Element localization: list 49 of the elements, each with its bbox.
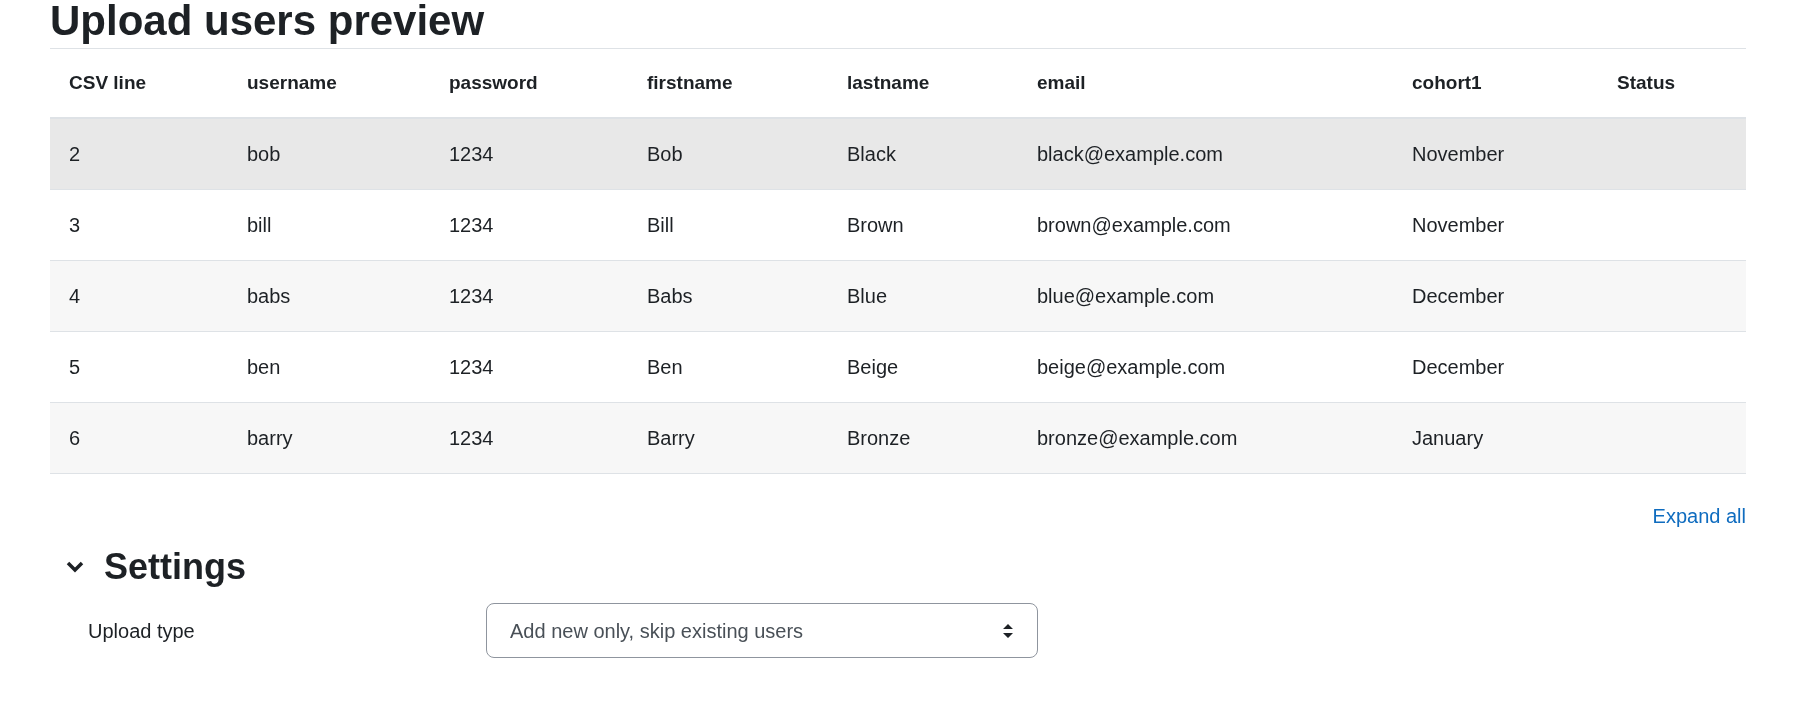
expand-all-link[interactable]: Expand all: [1652, 501, 1746, 531]
table-cell: Babs: [647, 285, 693, 307]
table-cell: Brown: [847, 214, 904, 236]
table-cell: beige@example.com: [1037, 356, 1226, 378]
table-cell: Bill: [647, 214, 674, 236]
table-cell: December: [1412, 285, 1505, 307]
column-header: CSV line: [68, 70, 148, 95]
table-cell: babs: [247, 285, 291, 307]
table-cell: Blue: [847, 285, 888, 307]
table-cell: Bronze: [847, 427, 911, 449]
column-header: password: [448, 70, 539, 95]
table-cell: November: [1412, 214, 1505, 236]
table-cell: 4: [69, 285, 81, 307]
table-cell: 1234: [449, 143, 494, 165]
table-cell: 1234: [449, 427, 494, 449]
column-header: lastname: [846, 70, 931, 95]
field-label: Upload type: [87, 618, 196, 644]
table-cell: November: [1412, 143, 1505, 165]
table-cell: barry: [247, 427, 293, 449]
table-cell: blue@example.com: [1037, 285, 1215, 307]
column-header: username: [246, 70, 338, 95]
table-cell: 3: [69, 214, 81, 236]
table-cell: 1234: [449, 214, 494, 236]
table-cell: 1234: [449, 285, 494, 307]
table-cell: bronze@example.com: [1037, 427, 1238, 449]
table-cell: January: [1412, 427, 1484, 449]
page-title: Upload users preview: [50, 0, 486, 46]
table-cell: 5: [69, 356, 81, 378]
table-cell: black@example.com: [1037, 143, 1223, 165]
column-header: firstname: [646, 70, 734, 95]
upload-type-select[interactable]: Add new only, skip existing users: [486, 603, 1038, 658]
table-cell: brown@example.com: [1037, 214, 1231, 236]
column-header: Status: [1616, 70, 1677, 95]
column-header: email: [1036, 70, 1087, 95]
table-cell: ben: [247, 356, 281, 378]
table-cell: Beige: [847, 356, 899, 378]
table-cell: 2: [69, 143, 81, 165]
table-cell: bob: [247, 143, 281, 165]
section-title: Settings: [104, 545, 246, 589]
table-cell: Bob: [647, 143, 683, 165]
table-cell: bill: [247, 214, 272, 236]
sort-arrows-icon: [1002, 621, 1014, 640]
table-cell: 1234: [449, 356, 494, 378]
table-cell: Black: [847, 143, 896, 165]
column-header: cohort1: [1411, 70, 1483, 95]
table-cell: Ben: [647, 356, 683, 378]
table-cell: December: [1412, 356, 1505, 378]
table-cell: Barry: [647, 427, 695, 449]
table-cell: 6: [69, 427, 81, 449]
